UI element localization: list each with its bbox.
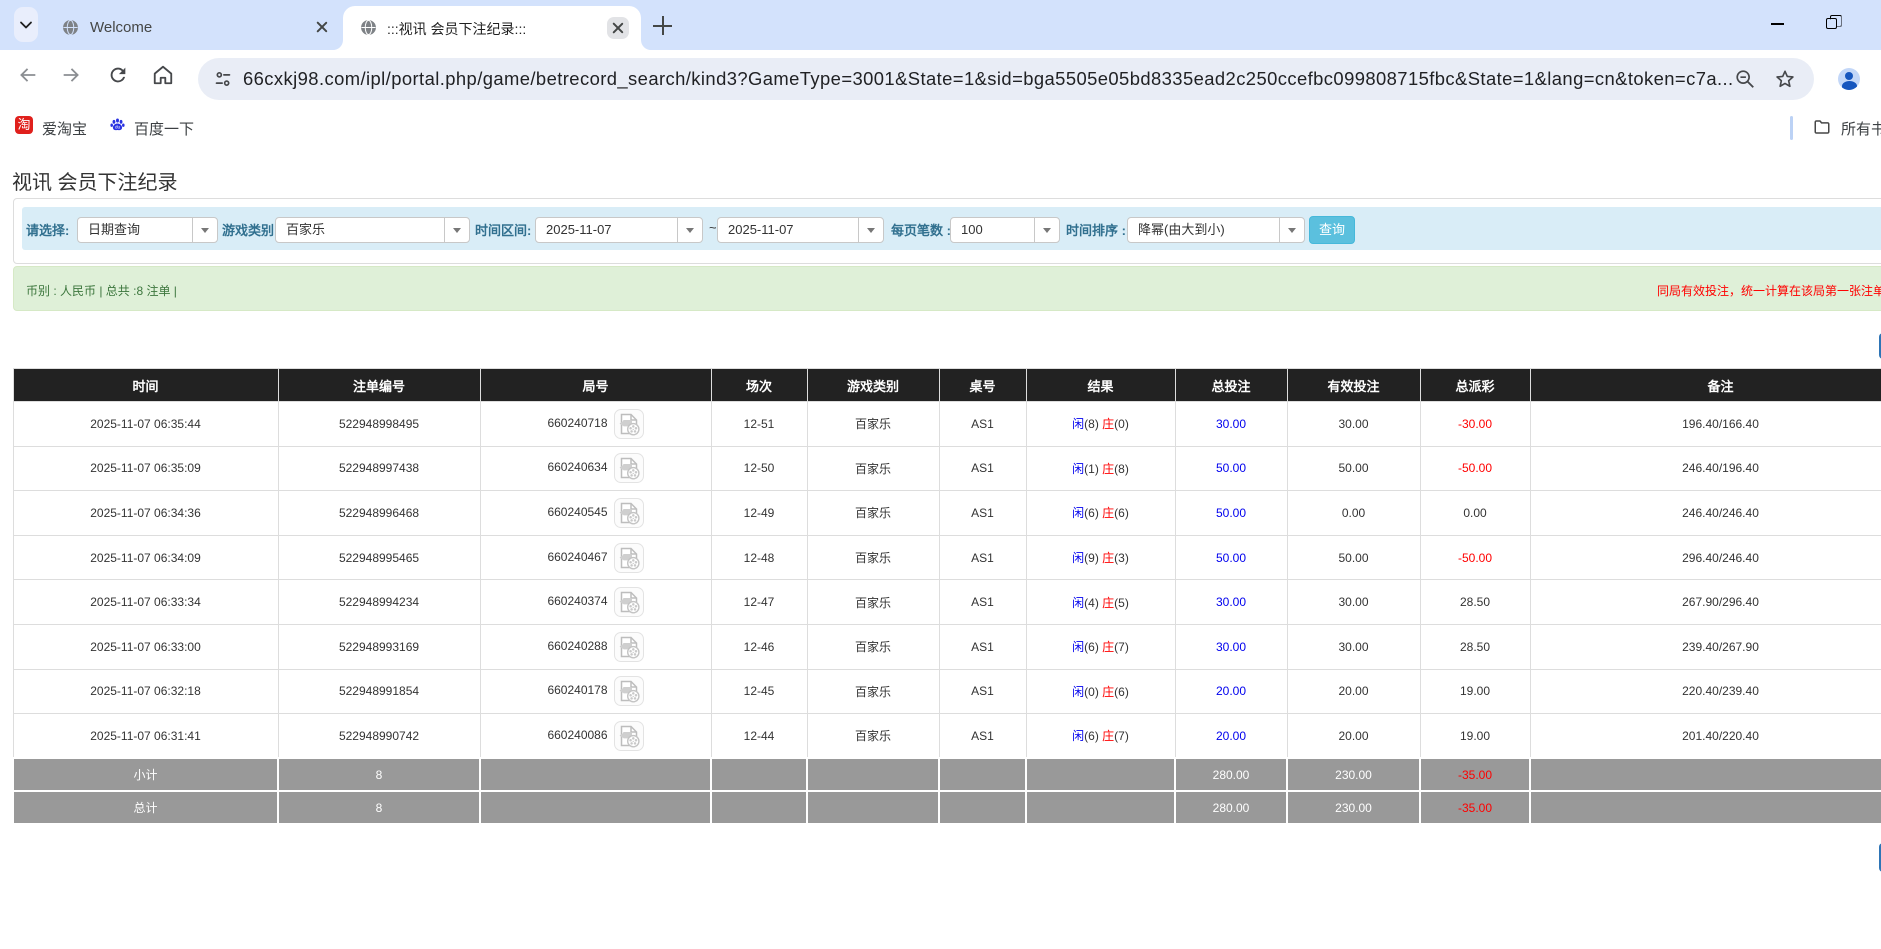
svg-text:du: du — [115, 124, 121, 129]
